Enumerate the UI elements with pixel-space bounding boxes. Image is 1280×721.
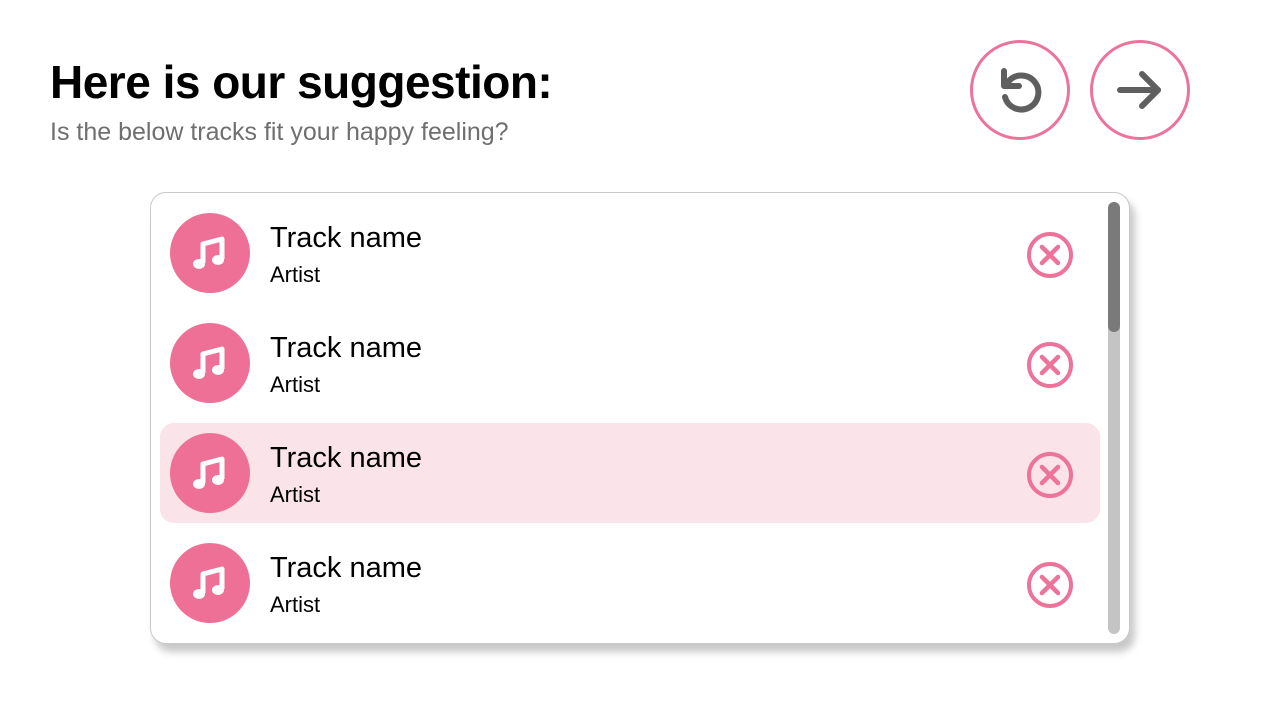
track-artist: Artist: [270, 592, 321, 617]
next-button[interactable]: [1090, 40, 1190, 140]
music-note-icon: [170, 543, 250, 623]
track-name: Track name: [270, 442, 423, 474]
track-artist: Artist: [270, 482, 321, 507]
track-name: Track name: [270, 332, 423, 364]
track-row[interactable]: Track name Artist: [160, 533, 1100, 633]
track-row[interactable]: Track name Artist: [160, 203, 1100, 303]
track-list[interactable]: Track name Artist Track name Artist Track na…: [150, 192, 1130, 644]
remove-track-button[interactable]: [1026, 561, 1074, 609]
reload-icon: [994, 64, 1046, 116]
track-row[interactable]: Track name Artist: [160, 313, 1100, 413]
close-circle-icon: [1026, 341, 1074, 389]
suggestion-page: Here is our suggestion: Is the below tra…: [0, 0, 1280, 721]
scrollbar[interactable]: [1108, 202, 1120, 634]
track-artist: Artist: [270, 372, 321, 397]
close-circle-icon: [1026, 451, 1074, 499]
music-note-icon: [170, 213, 250, 293]
remove-track-button[interactable]: [1026, 341, 1074, 389]
close-circle-icon: [1026, 231, 1074, 279]
page-subtitle: Is the below tracks fit your happy feeli…: [50, 118, 509, 146]
track-row[interactable]: Track name Artist: [160, 423, 1100, 523]
remove-track-button[interactable]: [1026, 231, 1074, 279]
page-title: Here is our suggestion:: [50, 56, 553, 108]
arrow-right-icon: [1114, 64, 1166, 116]
track-name: Track name: [270, 552, 423, 584]
music-note-icon: [170, 323, 250, 403]
track-artist: Artist: [270, 262, 321, 287]
close-circle-icon: [1026, 561, 1074, 609]
scrollbar-thumb[interactable]: [1108, 202, 1120, 332]
reload-button[interactable]: [970, 40, 1070, 140]
track-name: Track name: [270, 222, 423, 254]
music-note-icon: [170, 433, 250, 513]
remove-track-button[interactable]: [1026, 451, 1074, 499]
